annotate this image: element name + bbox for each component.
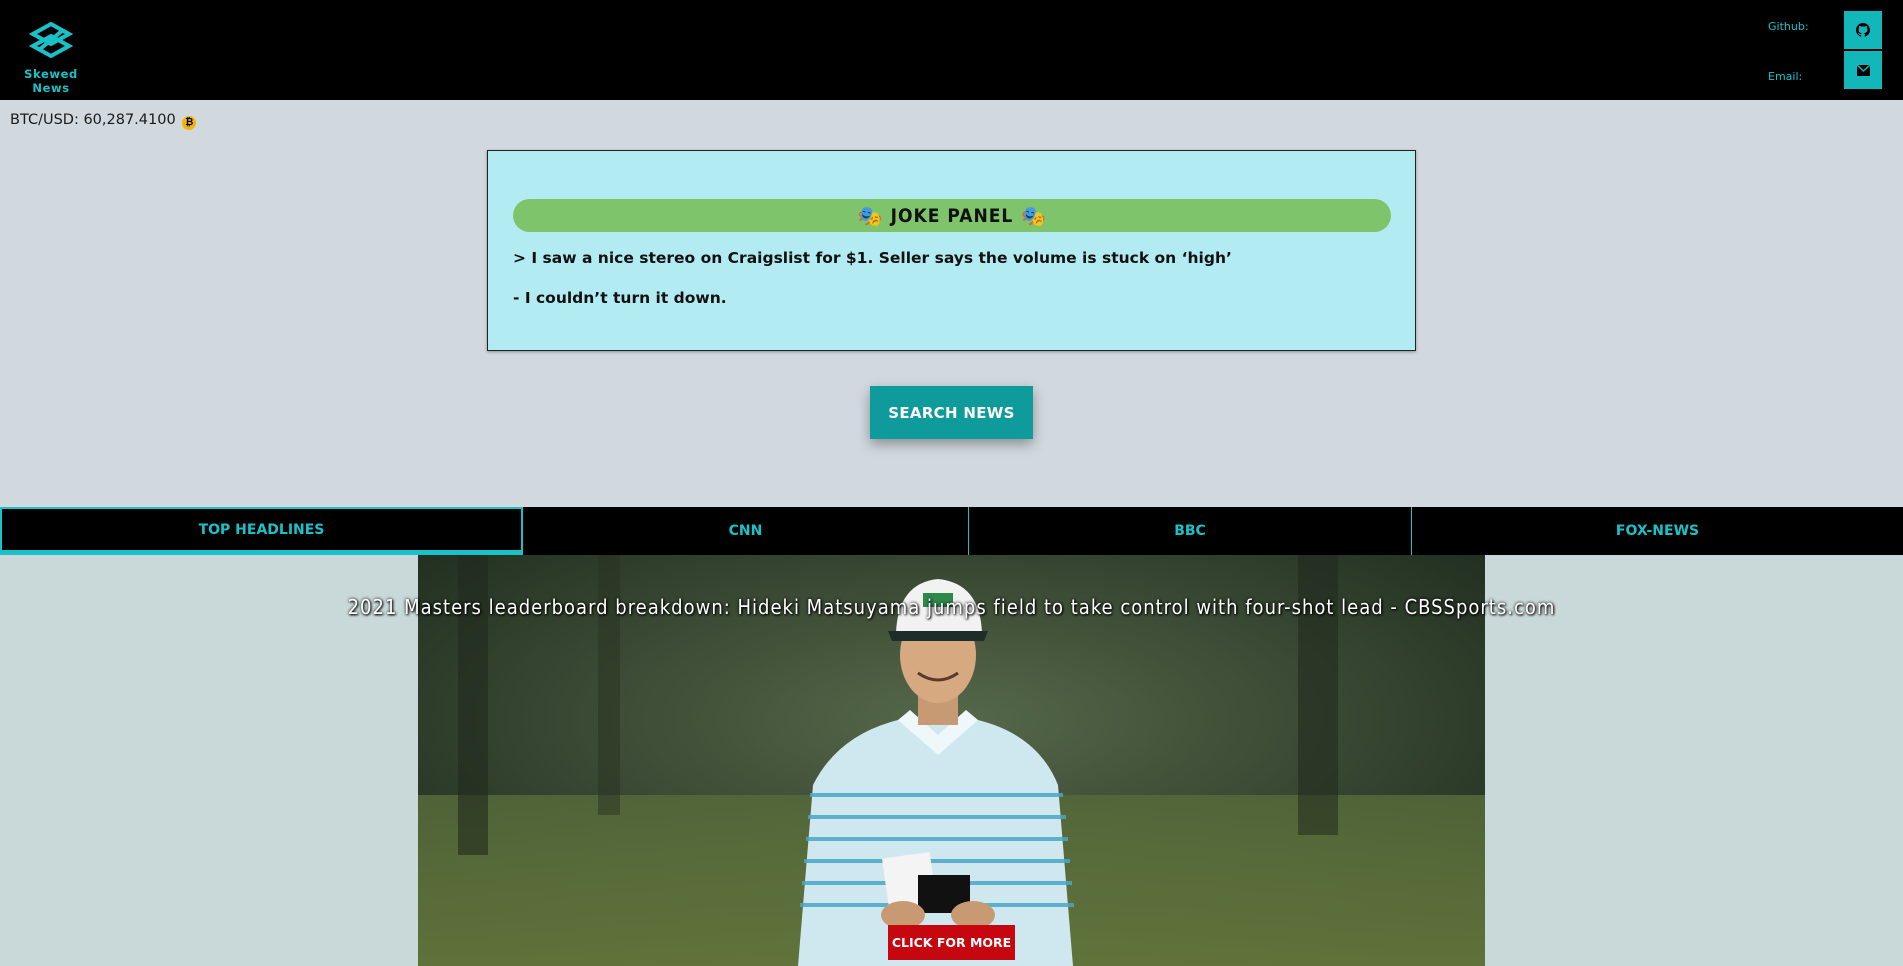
- news-source-tabs: TOP HEADLINES CNN BBC FOX-NEWS: [0, 507, 1903, 555]
- joke-punchline: - I couldn’t turn it down.: [513, 289, 727, 307]
- logo-icon: [29, 22, 73, 59]
- logo-text: Skewed News: [24, 67, 78, 95]
- article-headline[interactable]: 2021 Masters leaderboard breakdown: Hide…: [0, 595, 1903, 619]
- btc-ticker: BTC/USD: 60,287.4100 ₿: [10, 112, 197, 130]
- joke-panel-header: 🎭 JOKE PANEL 🎭: [513, 199, 1391, 232]
- tab-bbc[interactable]: BBC: [969, 507, 1412, 555]
- github-label: Github:: [1768, 20, 1809, 33]
- tab-fox-news[interactable]: FOX-NEWS: [1412, 507, 1903, 555]
- tab-top-headlines[interactable]: TOP HEADLINES: [0, 507, 523, 555]
- theater-masks-icon: 🎭: [1021, 203, 1047, 228]
- btc-price: BTC/USD: 60,287.4100: [10, 112, 176, 128]
- joke-setup: > I saw a nice stereo on Craigslist for …: [513, 249, 1232, 267]
- tab-cnn[interactable]: CNN: [523, 507, 969, 555]
- article-card: 2021 Masters leaderboard breakdown: Hide…: [0, 555, 1903, 966]
- envelope-icon: [1856, 64, 1870, 76]
- click-for-more-button[interactable]: CLICK FOR MORE: [888, 925, 1015, 960]
- joke-panel: 🎭 JOKE PANEL 🎭 > I saw a nice stereo on …: [487, 150, 1416, 351]
- github-button[interactable]: [1844, 11, 1882, 49]
- logo[interactable]: Skewed News: [8, 22, 94, 95]
- bitcoin-icon: ₿: [182, 116, 197, 130]
- github-icon: [1856, 23, 1870, 37]
- email-button[interactable]: [1844, 51, 1882, 89]
- joke-panel-title: JOKE PANEL: [890, 204, 1014, 227]
- top-navbar: Skewed News Github: Email:: [0, 0, 1903, 100]
- theater-masks-icon: 🎭: [857, 203, 883, 228]
- email-label: Email:: [1768, 70, 1803, 83]
- search-news-button[interactable]: SEARCH NEWS: [870, 386, 1033, 439]
